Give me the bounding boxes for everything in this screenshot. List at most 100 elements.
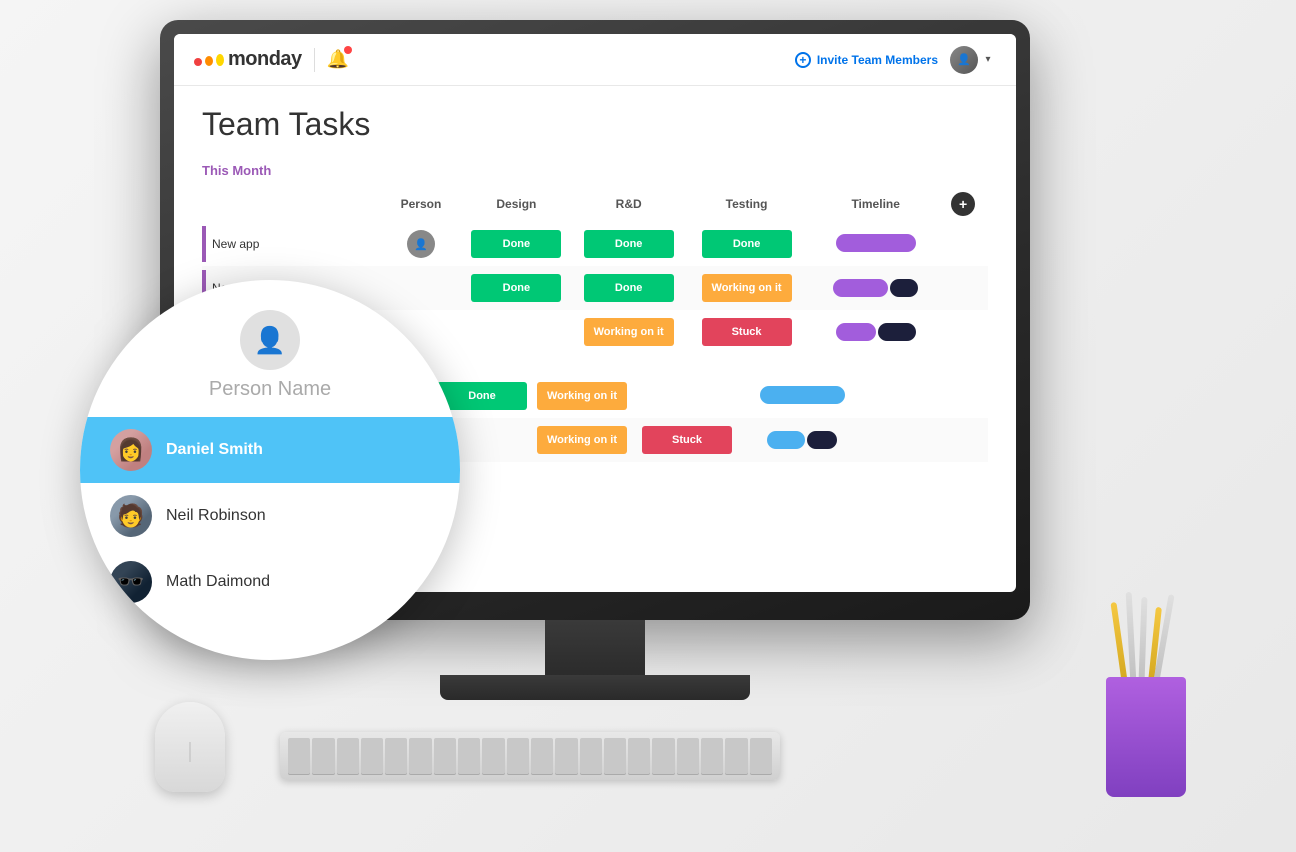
timeline-bar-1 (836, 323, 876, 341)
scene: monday 🔔 + Invite Team Members (0, 0, 1296, 852)
key (725, 738, 747, 774)
key (458, 738, 480, 774)
col-timeline-header: Timeline (808, 186, 943, 222)
key (507, 738, 529, 774)
logo-area: monday 🔔 (194, 48, 349, 72)
person-name-label: Person Name (80, 378, 460, 401)
monitor-stand-base (440, 675, 750, 700)
key (409, 738, 431, 774)
rnd-cell[interactable]: Done (573, 266, 685, 310)
dot-red (194, 58, 202, 66)
testing-cell[interactable]: Stuck (685, 310, 809, 354)
design-cell[interactable] (460, 310, 572, 354)
rnd-cell[interactable]: Working on it (532, 418, 632, 462)
add-column-button[interactable]: + (951, 192, 975, 216)
timeline-container (746, 431, 858, 449)
this-month-label: This Month (202, 163, 988, 178)
key (361, 738, 383, 774)
person-list-item-neil[interactable]: 🧑 Neil Robinson (80, 483, 460, 549)
key (288, 738, 310, 774)
person-list-item-daniel[interactable]: 👩 Daniel Smith (80, 417, 460, 483)
design-cell[interactable]: Done (460, 222, 572, 266)
col-testing-header: Testing (685, 186, 809, 222)
status-badge-working: Working on it (702, 274, 792, 302)
col-rnd-header: R&D (573, 186, 685, 222)
status-badge-done: Done (471, 274, 561, 302)
empty-cell (943, 222, 988, 266)
key (580, 738, 602, 774)
design-cell[interactable]: Done (460, 266, 572, 310)
status-badge-done: Done (702, 230, 792, 258)
keyboard-keys (288, 738, 772, 774)
empty-cell (862, 418, 988, 462)
person-picker-popup: 👤 Person Name 👩 Daniel Smith 🧑 (80, 280, 460, 660)
rnd-cell[interactable]: Working on it (532, 374, 632, 418)
col-add-header[interactable]: + (943, 186, 988, 222)
person-avatar[interactable]: 👤 (407, 230, 435, 258)
timeline-bar-1 (833, 279, 888, 297)
chevron-down-icon[interactable]: ▾ (980, 52, 996, 68)
pencil-holder (1096, 637, 1196, 797)
status-badge-done: Done (584, 274, 674, 302)
key (434, 738, 456, 774)
pencil (1126, 592, 1137, 682)
math-avatar: 🕶️ (110, 561, 152, 603)
testing-cell[interactable]: Done (685, 222, 809, 266)
avatar-group: 👤 ▾ (950, 46, 996, 74)
daniel-avatar-icon: 👩 (117, 437, 144, 463)
row-border (202, 226, 206, 262)
person-list-item-math[interactable]: 🕶️ Math Daimond (80, 549, 460, 615)
key (312, 738, 334, 774)
timeline-cell (808, 222, 943, 266)
timeline-bar-2 (878, 323, 916, 341)
neil-avatar-icon: 🧑 (117, 503, 144, 529)
mouse-line (190, 742, 191, 762)
notification-badge (344, 46, 352, 54)
monitor-stand-neck (545, 620, 645, 680)
invite-team-button[interactable]: + Invite Team Members (795, 52, 938, 68)
math-name: Math Daimond (166, 573, 270, 591)
person-cell[interactable]: 👤 (382, 222, 461, 266)
avatar-icon: 👤 (957, 53, 971, 66)
dot-yellow (216, 54, 224, 66)
testing-cell[interactable]: Working on it (685, 266, 809, 310)
plus-icon: + (795, 52, 811, 68)
daniel-avatar: 👩 (110, 429, 152, 471)
status-badge-working: Working on it (537, 382, 627, 410)
status-badge-done: Done (471, 230, 561, 258)
empty-cell (862, 374, 988, 418)
popup-content: 👤 Person Name 👩 Daniel Smith 🧑 (80, 280, 460, 660)
header-right: + Invite Team Members 👤 ▾ (795, 46, 996, 74)
daniel-name: Daniel Smith (166, 441, 263, 459)
key (555, 738, 577, 774)
key (677, 738, 699, 774)
task-name: New app (212, 237, 259, 251)
col-person-header: Person (382, 186, 461, 222)
neil-avatar: 🧑 (110, 495, 152, 537)
task-name-cell: New app (202, 222, 382, 266)
col-name-header (202, 186, 382, 222)
holder-cup (1106, 677, 1186, 797)
key (604, 738, 626, 774)
timeline-cell (742, 418, 862, 462)
key (337, 738, 359, 774)
user-avatar[interactable]: 👤 (950, 46, 978, 74)
key (701, 738, 723, 774)
timeline-cell (808, 310, 943, 354)
rnd-cell[interactable]: Done (573, 222, 685, 266)
testing-cell[interactable] (632, 374, 742, 418)
key (750, 738, 772, 774)
testing-cell[interactable]: Stuck (632, 418, 742, 462)
notification-bell[interactable]: 🔔 (327, 49, 349, 71)
logo-text: monday (228, 48, 302, 71)
mouse (155, 702, 225, 792)
logo-divider (314, 48, 315, 72)
status-badge-stuck: Stuck (642, 426, 732, 454)
person-avatar-placeholder: 👤 (240, 310, 300, 370)
key (531, 738, 553, 774)
timeline-bar-2 (890, 279, 918, 297)
timeline-bar-1 (767, 431, 805, 449)
rnd-cell[interactable]: Working on it (573, 310, 685, 354)
status-badge-stuck: Stuck (702, 318, 792, 346)
key (628, 738, 650, 774)
